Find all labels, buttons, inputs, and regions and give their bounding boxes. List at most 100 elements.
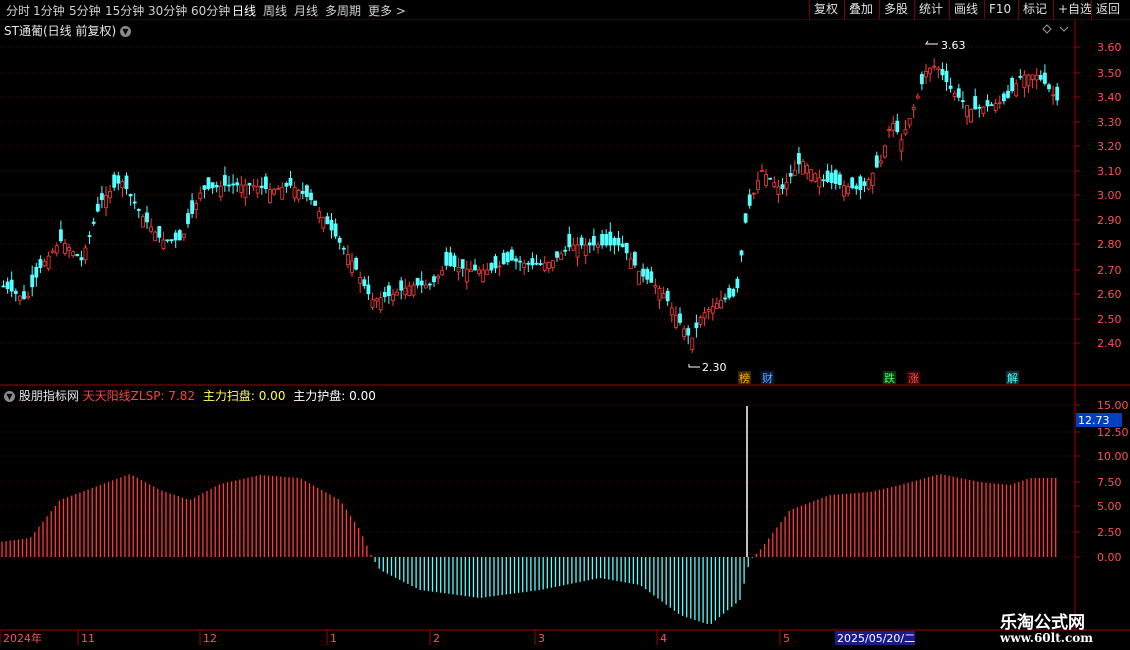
candle-body — [981, 106, 986, 115]
candle-body — [661, 293, 666, 299]
svg-text:涨: 涨 — [908, 372, 919, 385]
candle-body — [227, 184, 231, 187]
candle-body — [600, 233, 604, 246]
candle-body — [710, 306, 715, 314]
price-tick-label: 3.20 — [1097, 140, 1122, 153]
candle-body — [682, 328, 686, 338]
indicator-axis: 15.00 12.50 10.00 7.50 5.00 2.50 0.00 12… — [1076, 399, 1129, 564]
indicator-bars — [1, 406, 1057, 625]
candle-body — [1051, 94, 1055, 97]
candle-body — [329, 219, 334, 231]
low-price-label: 2.30 — [702, 361, 727, 374]
candle-body — [829, 172, 834, 183]
candle-body — [1006, 90, 1010, 98]
candle-body — [846, 186, 850, 194]
event-tag-die[interactable]: 跌 — [883, 371, 896, 385]
candle-body — [403, 287, 408, 296]
candle-body — [612, 238, 617, 246]
chevron-down-icon[interactable] — [1059, 26, 1069, 32]
candle-body — [505, 252, 510, 263]
price-panel-title[interactable]: ST通葡(日线 前复权) ▼ — [4, 22, 131, 39]
candle-body — [46, 255, 51, 270]
candle-body — [181, 233, 186, 238]
event-tag-cai[interactable]: 财 — [761, 371, 774, 385]
candle-body — [222, 175, 227, 186]
event-tag-bang[interactable]: 榜 — [738, 371, 751, 385]
candle-body — [1002, 93, 1006, 102]
ind-tick-label: 10.00 — [1097, 450, 1129, 463]
candle-body — [911, 107, 916, 110]
candle-body — [30, 274, 35, 288]
price-tick-label: 3.10 — [1097, 165, 1122, 178]
candle-body — [132, 201, 137, 204]
candle-body — [559, 253, 563, 261]
candle-body — [5, 281, 10, 290]
candle-body — [382, 292, 387, 298]
candle-body — [805, 165, 809, 174]
candle-body — [669, 307, 674, 316]
candle-body — [161, 239, 166, 249]
price-tick-label: 2.60 — [1097, 288, 1122, 301]
candle-body — [965, 105, 969, 118]
candle-body — [587, 242, 592, 246]
candle-body — [952, 92, 957, 97]
candle-body — [407, 285, 412, 296]
candle-body — [989, 104, 994, 107]
time-label: 11 — [81, 632, 95, 645]
event-tag-jie[interactable]: 解 — [1006, 371, 1019, 385]
watermark-title: 乐淘公式网 — [1000, 613, 1085, 633]
candle-body — [961, 100, 965, 103]
candle-body — [1022, 74, 1027, 89]
candle-body — [378, 297, 383, 311]
candle-body — [71, 251, 76, 257]
candle-body — [821, 179, 826, 182]
candle-body — [345, 254, 350, 266]
chevron-down-icon[interactable]: ▼ — [4, 391, 15, 402]
candle-body — [833, 170, 838, 184]
candle-body — [895, 120, 900, 133]
candle-body — [423, 284, 428, 289]
candle-body — [719, 299, 723, 309]
stock-title: ST通葡(日线 前复权) — [4, 24, 117, 38]
candle-body — [575, 244, 580, 258]
ind-tick-label: 15.00 — [1097, 399, 1129, 412]
price-tick-label: 3.40 — [1097, 91, 1122, 104]
candle-body — [743, 213, 748, 223]
ind-tick-label: 0.00 — [1097, 551, 1122, 564]
candle-body — [42, 260, 47, 267]
candle-body — [321, 217, 326, 229]
candle-body — [973, 96, 978, 110]
candle-body — [940, 69, 945, 76]
candle-body — [993, 103, 998, 111]
candle-body — [780, 184, 785, 189]
diamond-icon[interactable] — [1042, 24, 1052, 34]
indicator-panel-title[interactable]: ▼ 股朋指标网 天天阳线ZLSP: 7.82 主力扫盘: 0.00 主力护盘: … — [4, 387, 376, 404]
candle-body — [1, 285, 6, 288]
candle-body — [272, 188, 277, 195]
candle-body — [956, 88, 961, 98]
candle-body — [674, 314, 678, 328]
price-axis: 3.60 3.50 3.40 3.30 3.20 3.10 3.00 2.90 … — [1097, 41, 1122, 350]
event-tag-zhang[interactable]: 涨 — [907, 371, 920, 385]
candle-body — [616, 237, 621, 246]
stock-chart[interactable]: 3.60 3.50 3.40 3.30 3.20 3.10 3.00 2.90 … — [0, 0, 1130, 650]
candle-body — [809, 169, 814, 181]
candle-body — [608, 231, 613, 246]
candle-body — [653, 285, 658, 288]
candle-body — [624, 242, 629, 254]
candle-body — [87, 235, 92, 237]
candle-body — [772, 182, 777, 187]
candle-body — [460, 259, 465, 269]
candle-body — [628, 258, 633, 269]
candle-body — [858, 176, 863, 191]
time-axis: 2024年 11 12 1 2 3 4 5 2025/05/20/二 — [0, 630, 915, 645]
candle-body — [756, 180, 760, 191]
candle-body — [284, 182, 289, 187]
candle-body — [583, 244, 588, 256]
time-label: 2 — [433, 632, 440, 645]
candle-body — [104, 195, 108, 209]
candle-body — [801, 161, 805, 175]
chevron-down-icon[interactable]: ▼ — [119, 26, 131, 37]
candle-body — [1030, 74, 1035, 80]
candle-body — [555, 251, 559, 258]
